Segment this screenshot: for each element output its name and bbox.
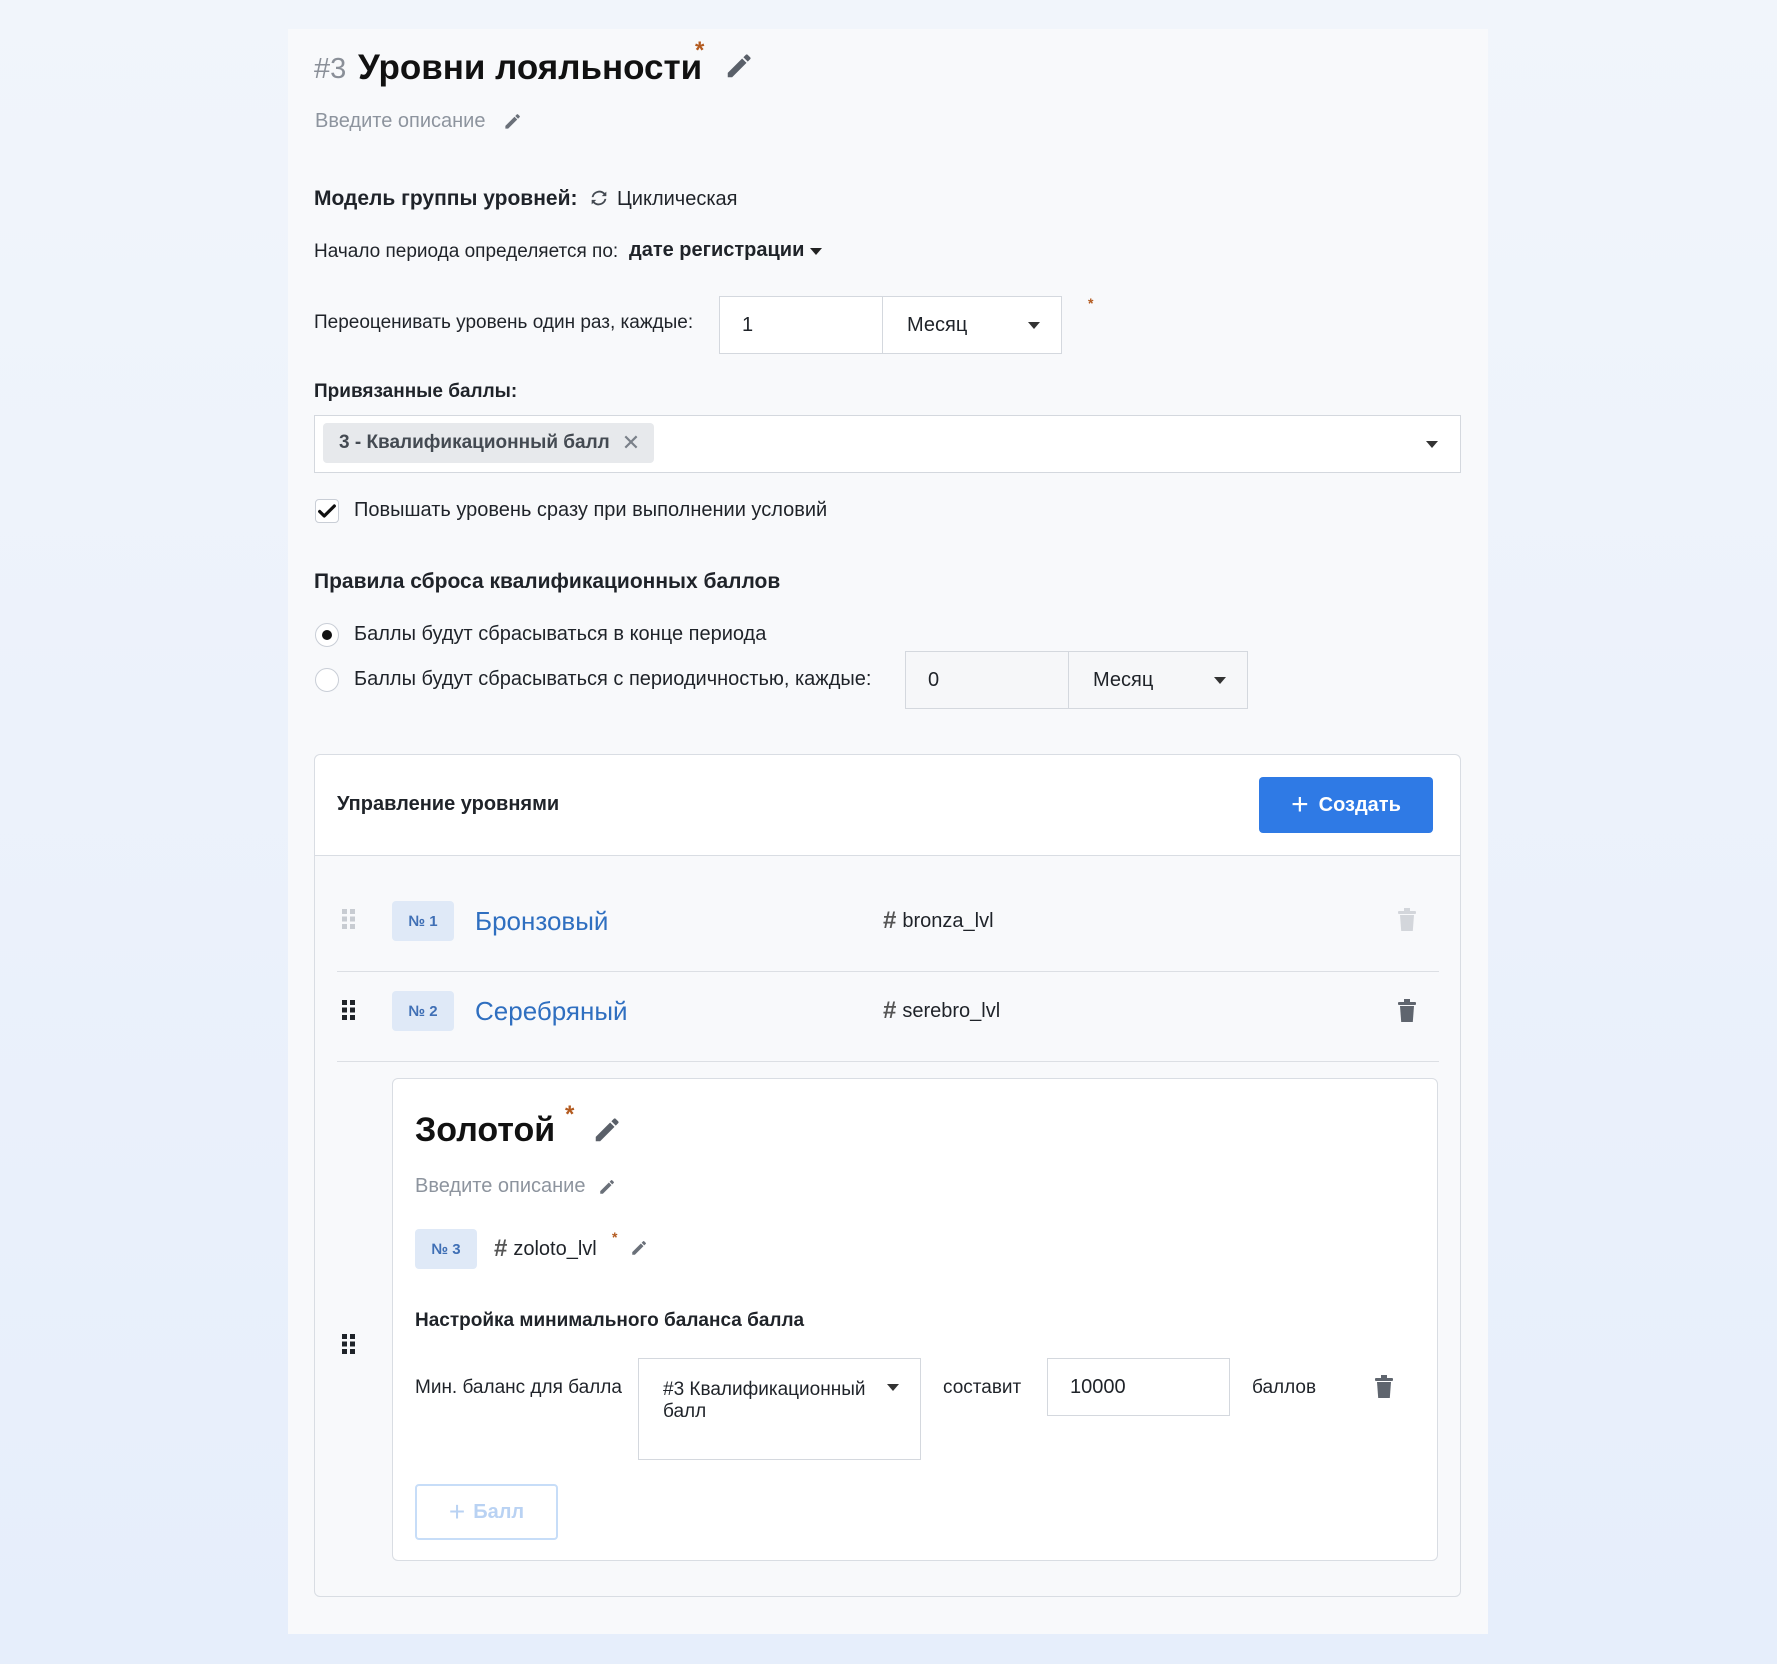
reevaluate-unit-select[interactable]: Месяц [882,296,1062,354]
radio-dot [322,630,332,640]
level-code: # serebro_lvl [883,998,1000,1024]
min-balance-label: Мин. баланс для балла [415,1377,622,1398]
caret-down-icon [1214,677,1226,684]
description-placeholder[interactable]: Введите описание [315,108,485,134]
bound-point-tag-label: 3 - Квалификационный балл [339,432,610,453]
period-start-label: Начало периода определяется по: [314,241,619,262]
levels-manager-card: Управление уровнями + Создать № 1 Бронзо… [314,754,1461,1597]
required-star: * [695,37,705,64]
caret-down-icon [1028,322,1040,329]
level-badge: № 1 [392,901,454,941]
level-name[interactable]: Серебряный [475,995,628,1027]
bound-points-label: Привязанные баллы: [314,381,518,402]
will-be-label: составит [943,1377,1022,1398]
points-select[interactable]: #3 Квалификационный балл [638,1358,921,1460]
drag-handle-icon[interactable] [341,999,357,1021]
trash-icon[interactable] [1397,908,1417,932]
reset-option-label: Баллы будут сбрасываться с периодичность… [354,668,872,690]
reevaluate-unit-value: Месяц [907,313,968,336]
caret-down-icon [1426,441,1438,448]
edit-level-name-pencil-icon[interactable] [592,1115,622,1145]
edit-level-code-pencil-icon[interactable] [630,1239,648,1257]
level-description-placeholder[interactable]: Введите описание [415,1173,585,1199]
model-value: Циклическая [617,188,738,210]
reset-option-label: Баллы будут сбрасываться в конце периода [354,623,767,645]
edit-description-pencil-icon[interactable] [503,112,522,131]
caret-down-icon [887,1384,899,1391]
level-row[interactable]: № 2 Серебряный # serebro_lvl [315,971,1460,1051]
expanded-level-name: Золотой [415,1111,556,1149]
expanded-level-card: Золотой * Введите описание № 3 # zoloto_… [392,1078,1438,1561]
level-row[interactable]: № 1 Бронзовый # bronza_lvl [315,881,1460,961]
drag-handle-icon[interactable] [341,1333,357,1355]
edit-level-description-pencil-icon[interactable] [598,1178,616,1196]
level-code-value: zoloto_lvl [513,1238,597,1260]
level-badge: № 2 [392,991,454,1031]
min-balance-title: Настройка минимального баланса балла [415,1310,805,1331]
divider [337,1061,1439,1062]
reset-periodic-radio[interactable] [315,668,339,692]
levels-manager-title: Управление уровнями [337,793,560,815]
cyclic-refresh-icon [588,187,610,209]
level-name[interactable]: Бронзовый [475,905,608,937]
level-code-value: serebro_lvl [902,1000,1001,1022]
model-label: Модель группы уровней: [314,187,578,210]
instant-upgrade-checkbox[interactable] [315,499,339,523]
level-code: # zoloto_lvl [494,1236,597,1262]
hash-icon: # [494,1235,508,1262]
plus-icon: + [1291,788,1309,821]
create-level-button[interactable]: + Создать [1259,777,1433,833]
required-star: * [612,1229,618,1245]
reset-unit-select[interactable]: Месяц [1068,651,1248,709]
reset-count-input[interactable]: 0 [905,651,1069,709]
loyalty-levels-panel: #3 Уровни лояльности * Введите описание … [288,29,1488,1634]
reset-end-of-period-radio[interactable] [315,623,339,647]
levels-manager-header: Управление уровнями + Создать [315,755,1460,856]
instant-upgrade-label: Повышать уровень сразу при выполнении ус… [354,499,828,521]
period-start-value: дате регистрации [629,239,805,261]
min-balance-amount-input[interactable]: 10000 [1047,1358,1230,1416]
level-code-value: bronza_lvl [902,910,994,932]
reset-unit-value: Месяц [1093,668,1154,691]
trash-icon[interactable] [1374,1375,1394,1399]
page-title: Уровни лояльности [358,48,703,87]
trash-icon[interactable] [1397,999,1417,1023]
bound-point-tag: 3 - Квалификационный балл ✕ [323,423,655,463]
level-badge: № 3 [415,1229,477,1269]
drag-handle-icon[interactable] [341,908,357,930]
hash-icon: # [883,907,897,934]
reevaluate-label: Переоценивать уровень один раз, каждые: [314,312,694,333]
add-point-button[interactable]: + Балл [415,1484,558,1540]
reevaluate-count-input[interactable]: 1 [719,296,883,354]
add-point-label: Балл [473,1500,525,1523]
level-code: # bronza_lvl [883,908,994,934]
period-start-dropdown[interactable]: дате регистрации [629,237,823,263]
bound-points-multiselect[interactable]: 3 - Квалификационный балл ✕ [314,415,1461,473]
group-number: #3 [314,53,347,85]
points-unit-label: баллов [1252,1377,1317,1398]
check-icon [318,504,336,518]
hash-icon: # [883,997,897,1024]
required-star: * [1088,295,1094,311]
caret-down-icon [810,247,823,255]
create-level-label: Создать [1318,793,1401,816]
plus-icon: + [448,1496,466,1527]
points-select-value: #3 Квалификационный балл [663,1379,866,1422]
remove-tag-close-icon[interactable]: ✕ [622,430,640,456]
reset-rules-title: Правила сброса квалификационных баллов [314,570,781,593]
edit-title-pencil-icon[interactable] [724,51,754,81]
required-star: * [565,1101,575,1128]
